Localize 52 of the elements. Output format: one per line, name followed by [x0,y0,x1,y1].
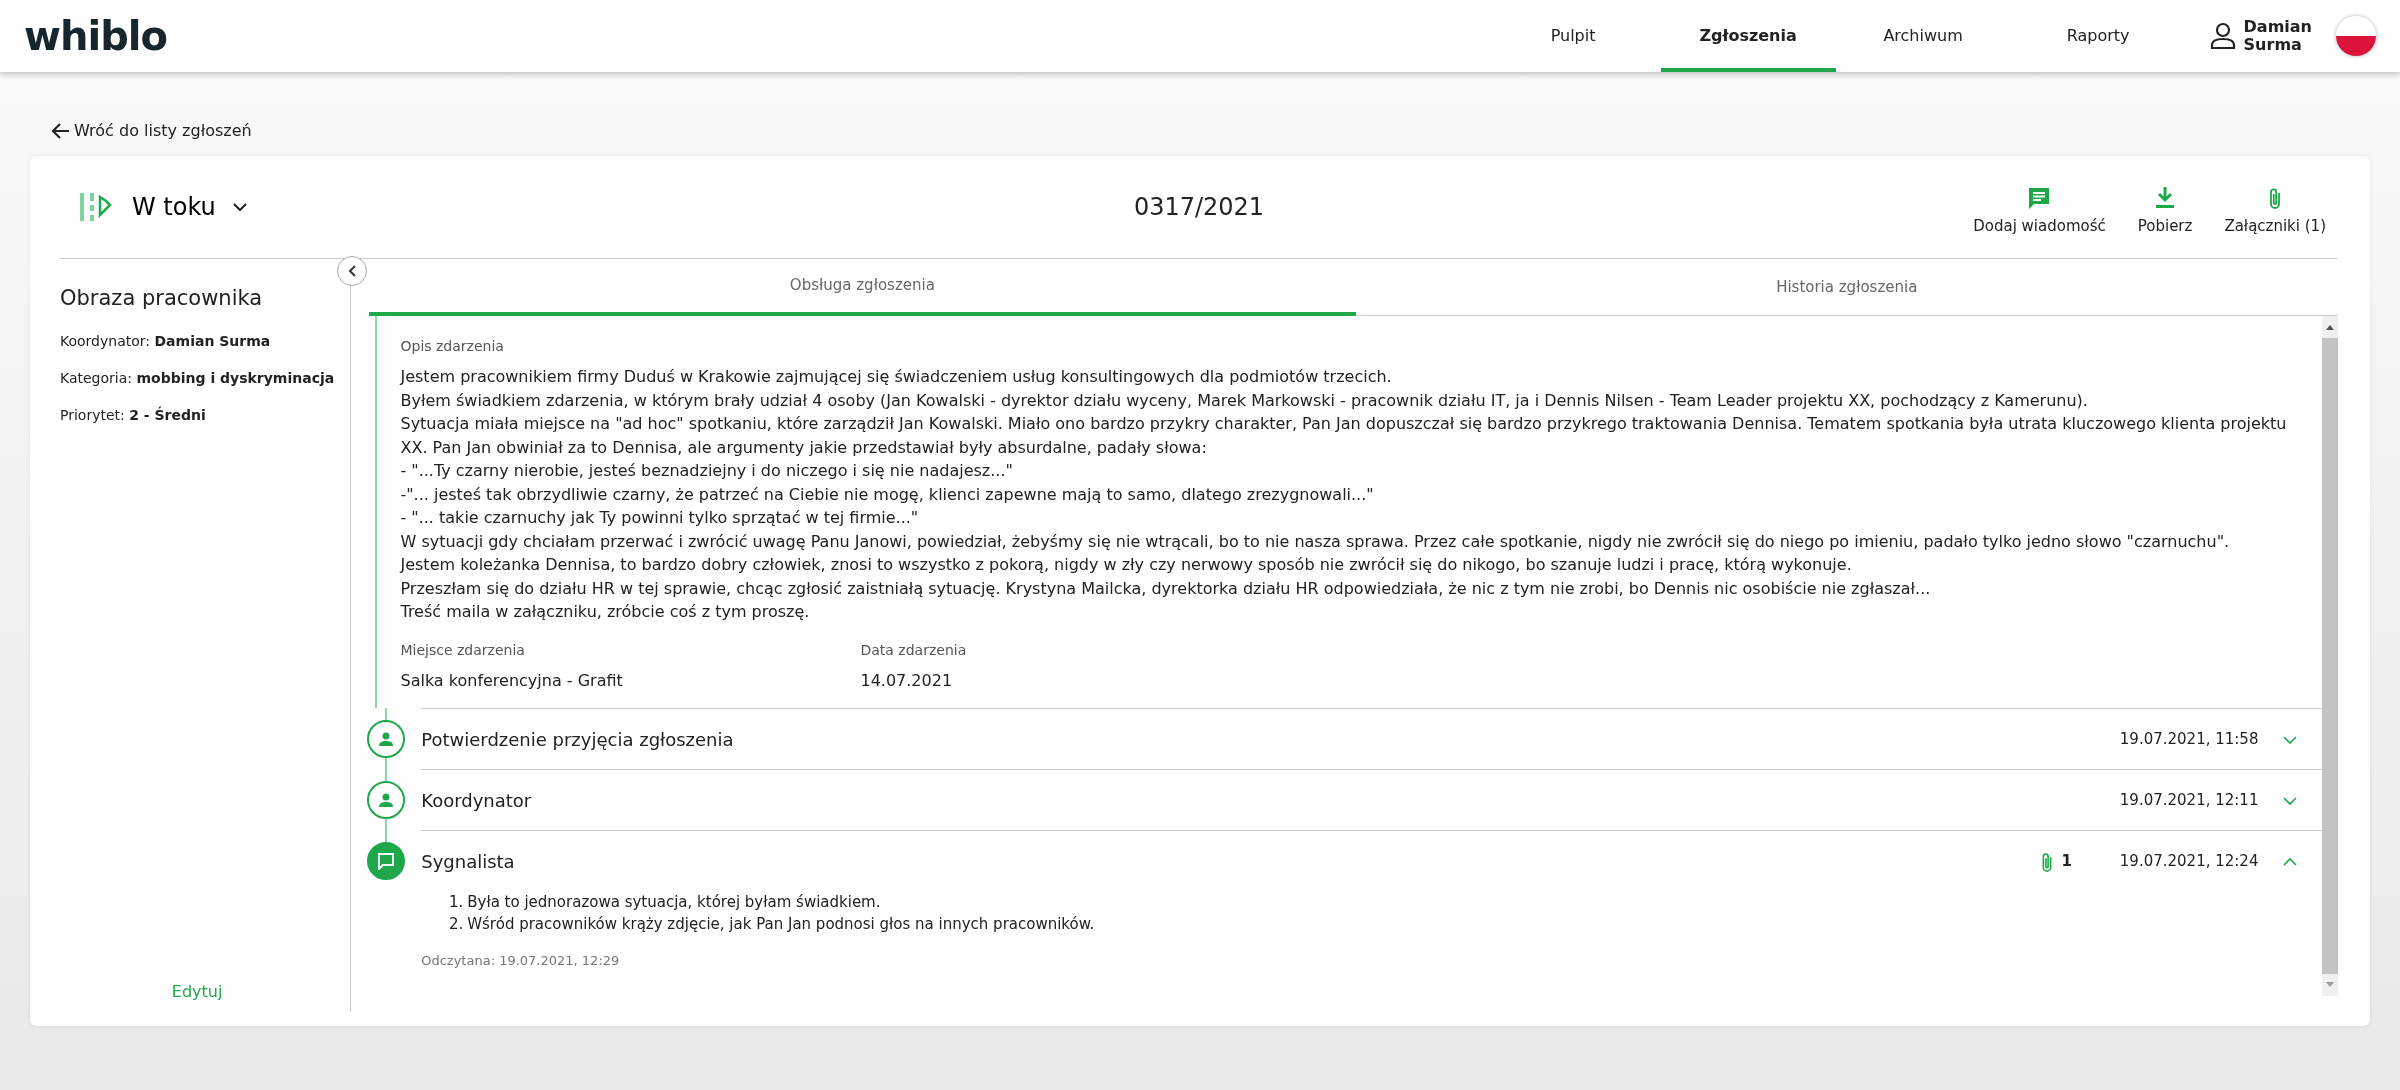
status-dropdown[interactable]: W toku [132,189,248,225]
field-value: 14.07.2021 [860,669,954,692]
entry-title: Potwierdzenie przyjęcia zgłoszenia [421,727,734,752]
paperclip-icon [2041,850,2054,872]
chevron-up-icon [2282,856,2299,867]
back-arrow-icon [52,123,70,139]
field-label: Miejsce zdarzenia [400,640,526,660]
action-button[interactable]: Pobierz [2125,184,2205,238]
description-text: Jestem pracownikiem firmy Duduś w Krakowie zajmującej się świadczeniem usług konsultingowych dla podmiotów trzecich. Byłem świadkiem zdarzenia, w którym brały udział 4 osoby (Jan Kowalski - dyrektor działu wyceny, Marek Markowski - pracownik działu IT, ja i Dennis Nilsen - Team Leader projektu XX, pochodzący z Kamerunu). Sytuacja miała miejsce na "ad hoc" spotkaniu, które zarządził Jan Kowalski. Miało ono bardzo przykry charakter, Pan Jan dopuszczał się bardzo przykrego traktowania Dennisa. Tematem spotkania była utrata kluczowego klienta projektu XX. Pan Jan obwiniał za to Dennisa, ale argumenty jakie przedstawiał były absurdalne, padały słowa: - "...Ty czarny nierobie, jesteś beznadziejny i do niczego i się nie nadajesz..." -"... jesteś tak obrzydliwie czarny, że patrzeć na Ciebie nie mogę, klienci zapewne mają to samo, dlatego zrezygnowali..." - "... takie czarnuchy jak Ty powinni tylko sprzątać w tej firmie..." W sytuacji gdy chciałam przerwać i zwrócić uwagę Panu Janowi, powiedział, żebyśmy się nie wtrącali, bo to nie nasza sprawa. Przez całe spotkanie, nigdy nie zwrócił się do niego po imieniu, padało tylko jedno słowo "czarnuchu". Jestem koleżanka Dennisa, to bardzo dobry człowiek, znosi to wszystko z pokorą, nigdy w zły czy nerwowy sposób nie zwrócił się do nikogo, bo szanuje ludzi i pracę, którą wykonuje. Przeszłam się do działu HR w tej sprawie, chcąc zgłosić zaistniałą sytuację. Krystyna Mailcka, dyrektorka działu HR odpowiedziała, że nic z tym nie zrobi, bo Dennis nic osobiście nie zgłaszał... Treść maila w załączniku, zróbcie coś z tym proszę. [400,366,2288,623]
scroll-down-icon[interactable] [2325,982,2336,988]
list-item: Wśród pracowników krąży zdjęcie, jak Pan Jan podnosi głos na innych pracowników. [467,914,1095,935]
person-icon [377,791,396,809]
attachment-count: 1 [2061,850,2072,872]
nav-tab[interactable]: Zgłoszenia [1660,0,1836,72]
tab[interactable]: Historia zgłoszenia [1355,259,2338,316]
sidebar-title: Obraza pracownika [60,285,264,312]
field-label: Opis zdarzenia [400,337,505,356]
scrollbar[interactable] [2322,316,2338,996]
nav-tab[interactable]: Archiwum [1835,0,2011,72]
user-name[interactable]: Damian Surma [2243,18,2312,54]
person-icon [377,730,396,748]
field-label: Data zdarzenia [860,640,968,660]
sidebar-field: Kategoria: mobbing i dyskryminacja [60,367,335,389]
read-time: Odczytana: 19.07.2021, 12:29 [421,952,621,970]
collapse-button[interactable] [337,256,368,286]
caret-icon [231,202,248,212]
case-number: 0317/2021 [1133,192,1265,223]
nav-tab[interactable]: Raporty [2010,0,2186,72]
back-link[interactable]: Wróć do listy zgłoszeń [74,119,252,143]
scroll-up-icon[interactable] [2325,324,2336,330]
chevron-down-icon [2282,734,2299,745]
action-button[interactable]: Załączniki (1) [2212,184,2338,238]
tab[interactable]: Obsługa zgłoszenia [369,259,1356,316]
sidebar-field: Priorytet: 2 - Średni [60,404,335,426]
message-icon [377,852,396,870]
entry-date: 19.07.2021, 12:11 [2119,789,2259,811]
flag-icon[interactable] [2336,16,2376,56]
entry-date: 19.07.2021, 11:58 [2119,728,2259,750]
entry-title: Koordynator [421,788,532,813]
chevron-left-icon [347,264,358,278]
action-button[interactable]: Dodaj wiadomość [1961,184,2118,238]
entry-date: 19.07.2021, 12:24 [2119,850,2259,872]
entry-title: Sygnalista [421,849,515,874]
sidebar-field: Koordynator: Damian Surma [60,330,335,352]
list-marker: 1. [447,892,464,913]
chevron-down-icon [2282,795,2299,806]
nav-tab[interactable]: Pulpit [1485,0,1661,72]
field-value: Salka konferencyjna - Grafit [400,669,624,692]
user-icon [2209,22,2236,50]
logo: whiblo [24,12,167,61]
list-marker: 2. [447,914,464,935]
list-item: Była to jednorazowa sytuacja, której byłam świadkiem. [467,892,881,913]
